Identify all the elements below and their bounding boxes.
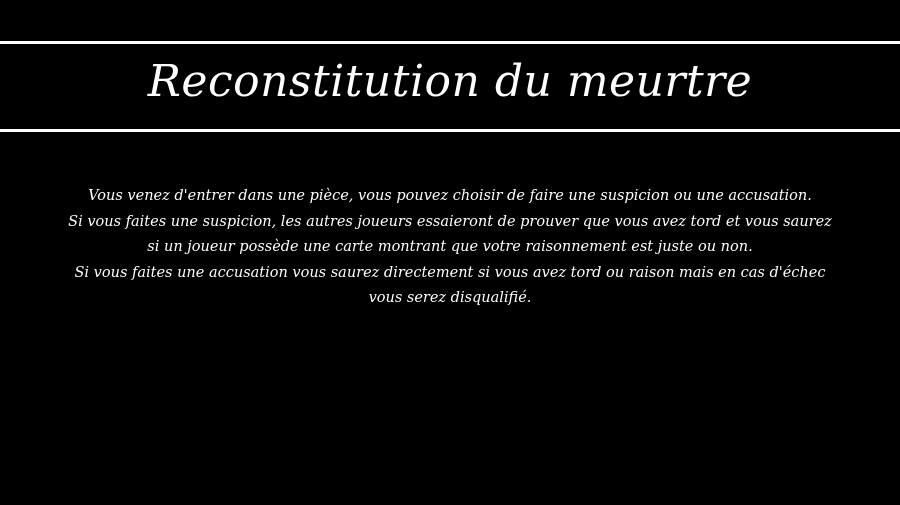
instructions-paragraph: Si vous faites une suspicion, les autres… [68,213,832,256]
page-title: Reconstitution du meurtre [147,56,753,107]
instructions-paragraph: Si vous faites une accusation vous saure… [74,264,826,307]
header-bottom-rule [0,129,900,132]
header-top-rule [0,41,900,44]
game-screen: Reconstitution du meurtre Vous venez d'e… [0,0,900,505]
instructions-paragraph: Vous venez d'entrer dans une pièce, vous… [88,188,812,204]
instructions-text: Vous venez d'entrer dans une pièce, vous… [60,184,840,312]
